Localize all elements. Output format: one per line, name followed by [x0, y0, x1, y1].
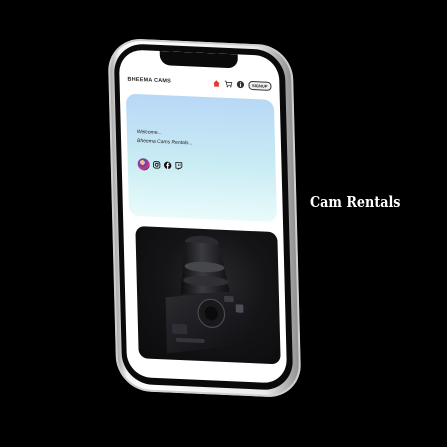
phone-mockup: BHEEMA CAMS SIGNUP Welcome... Bheema Cam… — [107, 37, 302, 399]
hero-text: Welcome... Bheema Cams Rentals... — [137, 128, 193, 148]
camera-photo — [135, 225, 281, 365]
info-icon[interactable] — [236, 80, 244, 89]
notch — [159, 50, 239, 69]
phone-screen: BHEEMA CAMS SIGNUP Welcome... Bheema Cam… — [118, 49, 288, 384]
camera-image — [165, 235, 256, 354]
stage: BHEEMA CAMS SIGNUP Welcome... Bheema Cam… — [0, 0, 447, 447]
page-caption: Cam Rentals — [310, 193, 401, 211]
facebook-icon[interactable] — [163, 161, 172, 170]
twitch-icon[interactable] — [175, 162, 183, 171]
tagline-text: Bheema Cams Rentals... — [137, 138, 193, 147]
cart-icon[interactable] — [224, 80, 233, 88]
brand-logo[interactable]: BHEEMA CAMS — [127, 77, 212, 87]
avatar — [137, 158, 150, 171]
home-icon[interactable] — [212, 79, 220, 87]
signup-button[interactable]: SIGNUP — [247, 80, 272, 91]
instagram-icon[interactable] — [153, 161, 161, 169]
navbar: BHEEMA CAMS SIGNUP — [119, 71, 279, 94]
nav-icons: SIGNUP — [212, 79, 272, 91]
social-row — [137, 158, 183, 172]
hero-card: Welcome... Bheema Cams Rentals... — [125, 93, 278, 223]
